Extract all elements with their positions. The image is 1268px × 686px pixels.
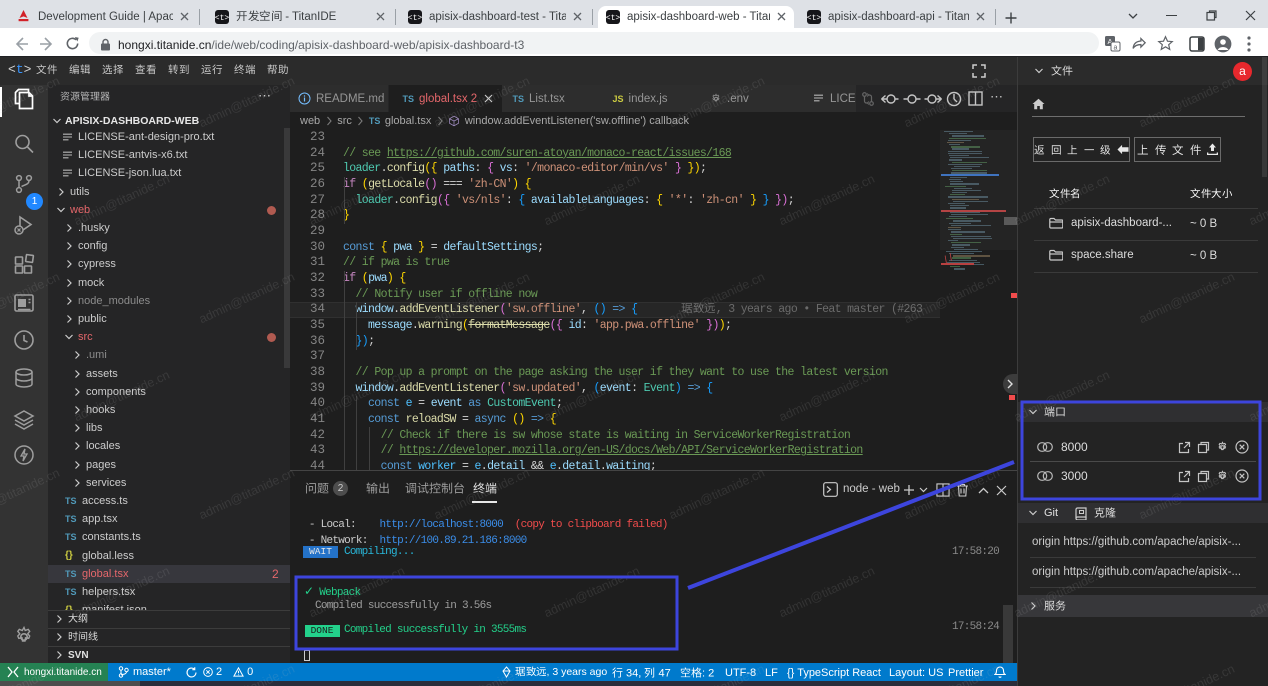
svg-text:<t>: <t> bbox=[606, 14, 620, 23]
svg-text:a: a bbox=[1114, 45, 1118, 52]
svg-text:<t>: <t> bbox=[215, 14, 229, 23]
svg-text:<t>: <t> bbox=[408, 14, 422, 23]
svg-text:<t>: <t> bbox=[807, 14, 821, 23]
